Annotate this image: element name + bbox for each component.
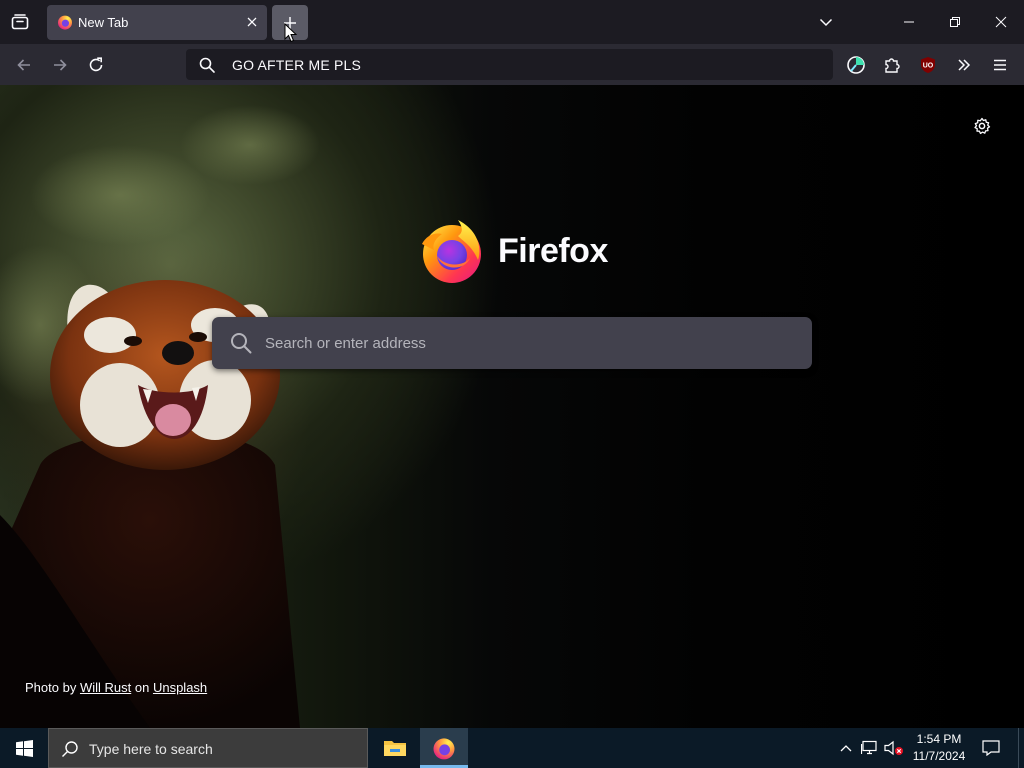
show-hidden-icons-button[interactable] [836,738,856,758]
url-bar[interactable]: GO AFTER ME PLS [186,49,833,80]
ublock-origin-icon: UO [921,57,935,73]
volume-button[interactable] [884,738,904,758]
forward-button[interactable] [47,52,73,78]
folder-icon [384,741,406,756]
taskbar-search-box[interactable]: Type here to search [48,728,368,768]
credit-author-link[interactable]: Will Rust [80,680,131,695]
extensions-button[interactable] [879,52,905,78]
hamburger-menu-icon [994,59,1006,71]
customize-new-tab-button[interactable] [971,115,993,137]
minimize-button[interactable] [894,8,924,36]
gear-icon [974,117,991,135]
svg-text:UO: UO [923,63,934,70]
puzzle-piece-icon [885,58,900,73]
chevron-double-right-icon [958,59,971,71]
minimize-icon [904,21,914,23]
tracking-protection-icon [847,56,865,74]
firefox-logo: Firefox [420,218,608,284]
mouse-cursor-icon [284,23,298,43]
firefox-icon [433,738,455,760]
firefox-wordmark: Firefox [498,231,608,270]
tab-new-tab[interactable]: New Tab [47,5,267,40]
new-tab-page: Firefox Search or enter address Photo by… [0,85,1024,728]
notification-icon [982,740,1000,756]
close-window-button[interactable] [986,8,1016,36]
taskbar-file-explorer[interactable] [371,728,419,768]
photo-credit: Photo by Will Rust on Unsplash [25,680,207,695]
back-button[interactable] [11,52,37,78]
taskbar: Type here to search 1:54 PM 11/7/2024 [0,728,1024,768]
title-bar: New Tab [0,0,1024,44]
network-icon [861,740,877,755]
arrow-left-icon [17,59,30,71]
search-icon [231,333,252,354]
restore-button[interactable] [940,8,970,36]
chevron-up-icon [840,745,852,752]
newtab-search-box[interactable]: Search or enter address [212,317,812,369]
reload-icon [89,57,103,72]
windows-logo-icon [15,739,33,757]
more-tools-button[interactable] [951,52,977,78]
restore-icon [950,17,960,27]
tab-close-button[interactable] [243,13,261,31]
show-desktop-button[interactable] [1018,728,1024,768]
taskbar-firefox[interactable] [420,728,468,768]
arrow-right-icon [54,59,67,71]
clock-date: 11/7/2024 [912,749,966,763]
ublock-origin-button[interactable]: UO [915,52,941,78]
search-icon [62,741,78,757]
start-button[interactable] [0,728,48,768]
search-placeholder: Search or enter address [265,335,426,352]
credit-site-link[interactable]: Unsplash [153,680,207,695]
tab-title: New Tab [78,15,129,30]
firefox-view-icon [11,14,29,30]
list-all-tabs-button[interactable] [811,8,841,36]
system-clock[interactable]: 1:54 PM 11/7/2024 [906,731,972,765]
taskbar-search-placeholder: Type here to search [89,741,213,757]
chevron-down-icon [819,18,833,27]
credit-prefix: Photo by [25,680,77,695]
network-status-button[interactable] [860,738,880,758]
tracking-protection-button[interactable] [843,52,869,78]
close-icon [247,17,257,27]
search-icon [199,57,215,73]
credit-middle: on [134,680,150,695]
clock-time: 1:54 PM [916,732,962,746]
firefox-favicon-icon [58,15,72,30]
red-panda-wallpaper [0,105,320,728]
reload-button[interactable] [83,52,109,78]
action-center-button[interactable] [978,736,1004,760]
navigation-toolbar: GO AFTER ME PLS UO [0,44,1024,86]
firefox-view-button[interactable] [8,10,32,34]
url-bar-text[interactable]: GO AFTER ME PLS [232,57,361,73]
application-menu-button[interactable] [987,52,1013,78]
firefox-logo-icon [422,220,481,283]
speaker-muted-icon [884,740,903,756]
close-icon [995,16,1007,28]
